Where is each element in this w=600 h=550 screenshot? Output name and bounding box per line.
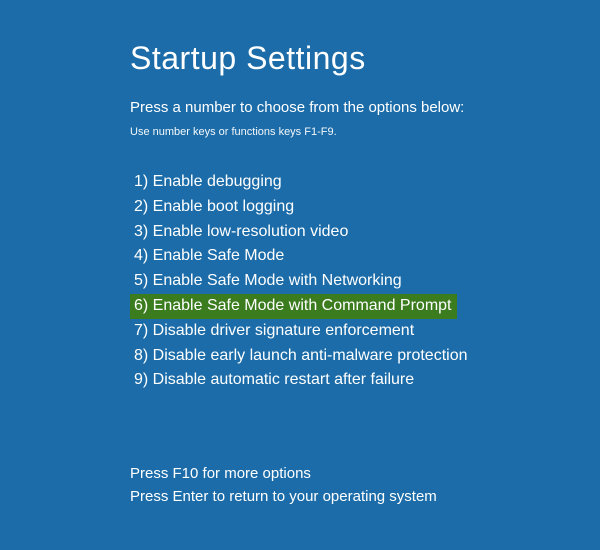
option-label: 1) Enable debugging — [134, 173, 282, 190]
option-enable-debugging[interactable]: 1) Enable debugging — [130, 170, 600, 195]
option-disable-auto-restart[interactable]: 9) Disable automatic restart after failu… — [130, 368, 600, 393]
option-label: 5) Enable Safe Mode with Networking — [134, 272, 402, 289]
option-enable-low-resolution-video[interactable]: 3) Enable low-resolution video — [130, 220, 600, 245]
option-enable-boot-logging[interactable]: 2) Enable boot logging — [130, 195, 600, 220]
startup-options-list: 1) Enable debugging 2) Enable boot loggi… — [130, 170, 600, 393]
instruction-primary: Press a number to choose from the option… — [130, 99, 600, 116]
option-label: 8) Disable early launch anti-malware pro… — [134, 347, 468, 364]
option-enable-safe-mode-networking[interactable]: 5) Enable Safe Mode with Networking — [130, 269, 600, 294]
page-title: Startup Settings — [130, 40, 600, 77]
option-enable-safe-mode[interactable]: 4) Enable Safe Mode — [130, 244, 600, 269]
option-label: 3) Enable low-resolution video — [134, 223, 348, 240]
instruction-secondary: Use number keys or functions keys F1-F9. — [130, 126, 600, 138]
option-disable-anti-malware[interactable]: 8) Disable early launch anti-malware pro… — [130, 344, 600, 369]
footer-return: Press Enter to return to your operating … — [130, 486, 600, 509]
option-label: 6) Enable Safe Mode with Command Prompt — [134, 297, 451, 314]
option-label: 4) Enable Safe Mode — [134, 247, 284, 264]
option-disable-driver-signature[interactable]: 7) Disable driver signature enforcement — [130, 319, 600, 344]
option-label: 2) Enable boot logging — [134, 198, 294, 215]
footer-more-options: Press F10 for more options — [130, 463, 600, 486]
option-label: 9) Disable automatic restart after failu… — [134, 371, 414, 388]
option-enable-safe-mode-command-prompt[interactable]: 6) Enable Safe Mode with Command Prompt — [130, 294, 457, 319]
option-label: 7) Disable driver signature enforcement — [134, 322, 414, 339]
